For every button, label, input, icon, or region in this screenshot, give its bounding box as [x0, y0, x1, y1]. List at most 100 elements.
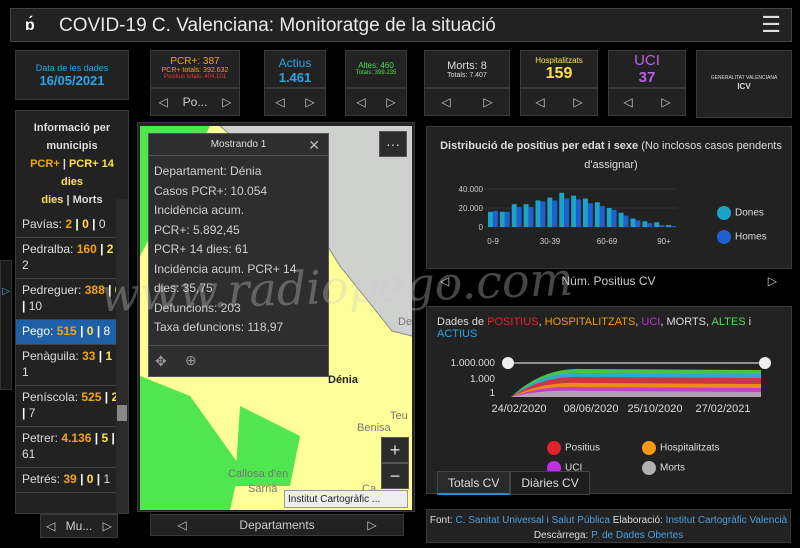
label-callosa: Callosa d'en	[228, 468, 289, 480]
municipi-pcr: 4.136	[61, 431, 92, 445]
morts-label: Morts: 8	[447, 60, 487, 72]
bar-dones	[654, 222, 660, 227]
legend-swatch	[642, 461, 656, 475]
prev-icon[interactable]: ◁	[436, 274, 453, 288]
menu-icon[interactable]: ☰	[761, 12, 781, 38]
morts-total: Totals: 7.407	[447, 72, 487, 79]
bar-dones	[499, 211, 505, 227]
municipi-name: Petrer:	[22, 431, 59, 445]
next-icon[interactable]: ▷	[764, 274, 781, 288]
map-nav-label: Departaments	[239, 518, 315, 532]
x-tick: 08/06/2020	[563, 403, 618, 415]
bar-dones	[547, 197, 553, 227]
municipi-row[interactable]: Petrer: 4.136 | 5 | 61	[16, 427, 128, 468]
bar-dones	[630, 218, 636, 227]
next-icon[interactable]: ▷	[382, 95, 399, 109]
municipi-morts: 8	[103, 324, 111, 338]
popup-header: Mostrando 1 ✕	[149, 134, 328, 156]
tab-diaries[interactable]: Diàries CV	[510, 471, 590, 495]
next-icon[interactable]: ▷	[479, 95, 496, 109]
municipi-morts: 0	[98, 217, 106, 231]
popup-title: Mostrando 1	[210, 139, 267, 150]
prev-icon[interactable]: ◁	[271, 95, 288, 109]
municipi-morts: 61	[22, 447, 36, 461]
tc-altes: ALTES	[711, 316, 746, 328]
municipi-pcr: 39	[63, 472, 77, 486]
municipi-row[interactable]: Peníscola: 525 | 2 | 7	[16, 386, 128, 427]
footer-font-link[interactable]: C. Sanitat Universal i Salut Pública	[455, 515, 610, 526]
altes-label: Altes: 460	[358, 61, 394, 70]
legend-item[interactable]: Morts	[642, 461, 685, 475]
prev-icon[interactable]: ◁	[154, 95, 171, 109]
prev-icon[interactable]: ◁	[173, 518, 190, 532]
positius-total: Positius totals: 404.101	[163, 74, 227, 80]
municipi-row[interactable]: Pedralba: 160 | 2 | 2	[16, 238, 128, 279]
zoom-out-button[interactable]: −	[381, 463, 409, 489]
more-options-icon[interactable]: ···	[379, 131, 407, 157]
altes-total: Totals: 399.235	[355, 70, 397, 76]
popup-footer: ✥ ⊕	[149, 345, 328, 377]
next-icon[interactable]: ▷	[657, 95, 674, 109]
x-tick: 27/02/2021	[695, 403, 750, 415]
bar-homes	[635, 220, 641, 227]
pcr-label: PCR+: 387	[170, 56, 220, 67]
bar-homes	[540, 201, 546, 227]
label-denia: Dénia	[328, 374, 358, 386]
y-tick: 20.000	[459, 204, 484, 213]
footer-desc-link[interactable]: P. de Dades Obertes	[591, 530, 683, 541]
municipi-row[interactable]: Pavías: 2 | 0 | 0	[16, 213, 128, 238]
x-tick: 25/10/2020	[627, 403, 682, 415]
morts-panel: Morts: 8 Totals: 7.407	[424, 50, 510, 88]
close-icon[interactable]: ✕	[308, 134, 320, 156]
tab-totals[interactable]: Totals CV	[437, 471, 511, 495]
next-icon[interactable]: ▷	[218, 95, 235, 109]
sep: |	[66, 194, 70, 206]
municipi-row[interactable]: Pedreguer: 388 | 0 | 10	[16, 279, 128, 320]
bar-dones	[583, 198, 588, 227]
next-icon[interactable]: ▷	[301, 95, 318, 109]
prev-icon[interactable]: ◁	[42, 519, 59, 533]
prev-icon[interactable]: ◁	[352, 95, 369, 109]
scrollbar[interactable]	[116, 199, 128, 513]
footer-desc-label: Descàrrega:	[533, 530, 589, 541]
municipi-row[interactable]: Penàguila: 33 | 1 | 1	[16, 345, 128, 386]
expand-panel-icon[interactable]: ▷	[0, 260, 12, 390]
pcr-panel: PCR+: 387 PCR+ totals: 392.632 Positius …	[150, 50, 240, 88]
age-chart-title: Distribució de positius per edat i sexe	[440, 140, 639, 152]
bar-homes	[647, 223, 653, 227]
next-icon[interactable]: ▷	[363, 518, 380, 532]
pan-icon[interactable]: ✥	[155, 353, 167, 370]
legend-swatch	[547, 441, 561, 455]
time-chart-tabs: Totals CV Diàries CV	[437, 471, 590, 495]
y-tick: 1	[489, 388, 495, 399]
municipi-row[interactable]: Pego: 515 | 0 | 8	[16, 320, 128, 345]
actius-value: 1.461	[278, 70, 312, 85]
municipi-pcr: 525	[81, 390, 102, 404]
prev-icon[interactable]: ◁	[437, 95, 454, 109]
legend-item[interactable]: Positius	[547, 441, 600, 455]
bar-homes	[516, 207, 522, 227]
municipi-name: Penàguila:	[22, 349, 79, 363]
municipi-pcr: 33	[82, 349, 96, 363]
icv-logo: ICV	[737, 82, 751, 91]
tc-uci: UCI	[641, 316, 661, 328]
x-tick: 90+	[657, 237, 671, 246]
bar-homes	[623, 215, 629, 227]
next-icon[interactable]: ▷	[99, 519, 116, 533]
pcr-nav: ◁ Po... ▷	[150, 88, 240, 116]
municipi-name: Peníscola:	[22, 390, 79, 404]
scrollbar-thumb[interactable]	[117, 405, 127, 421]
legend-item[interactable]: Hospitalitzats	[642, 441, 719, 455]
zoom-to-icon[interactable]: ⊕	[185, 352, 197, 369]
zoom-in-button[interactable]: +	[381, 437, 409, 463]
prev-icon[interactable]: ◁	[531, 95, 548, 109]
next-icon[interactable]: ▷	[569, 95, 586, 109]
municipi-morts: 2	[22, 258, 29, 272]
footer-elab-link[interactable]: Institut Cartogràfic Valencià	[666, 515, 788, 526]
municipi-row[interactable]: Petrés: 39 | 0 | 1	[16, 468, 128, 493]
map-attribution[interactable]: Institut Cartogràfic ...	[284, 490, 408, 508]
municipi-name: Pego:	[22, 324, 54, 338]
prev-icon[interactable]: ◁	[619, 95, 636, 109]
range-handle-left	[502, 357, 514, 369]
bar-homes	[671, 226, 676, 227]
